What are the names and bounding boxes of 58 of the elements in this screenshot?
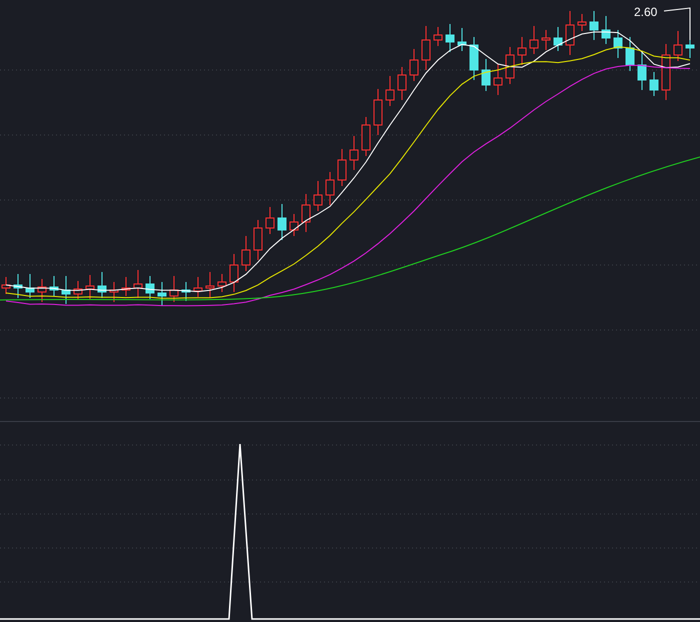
candlestick — [374, 88, 382, 136]
candlestick — [386, 76, 394, 106]
candlestick — [410, 48, 418, 82]
candlestick — [50, 276, 58, 296]
candlestick — [146, 276, 154, 300]
candlestick — [578, 14, 586, 32]
candlestick — [350, 136, 358, 170]
candlestick — [110, 282, 118, 302]
candlestick — [86, 274, 94, 300]
candlestick — [554, 26, 562, 52]
candlestick — [542, 30, 550, 50]
high-price-label: 2.60 — [634, 4, 658, 21]
candlestick — [206, 272, 214, 298]
leader-line — [664, 7, 690, 40]
candlestick — [182, 282, 190, 302]
candlestick — [362, 116, 370, 156]
candlestick — [494, 64, 502, 96]
candlestick — [302, 194, 310, 232]
candlestick — [434, 26, 442, 46]
candlestick — [290, 214, 298, 236]
candlestick — [458, 28, 466, 52]
candlestick — [14, 274, 22, 298]
candlestick — [638, 50, 646, 90]
candlestick — [26, 274, 34, 298]
candlestick — [530, 26, 538, 54]
candlestick — [194, 276, 202, 298]
candlestick — [446, 24, 454, 52]
candlestick — [314, 180, 322, 212]
candlestick — [398, 66, 406, 100]
candlestick — [470, 36, 478, 80]
candlestick — [134, 270, 142, 298]
candlestick — [254, 220, 262, 260]
candlestick — [422, 26, 430, 70]
candlestick — [602, 16, 610, 44]
candlestick — [230, 254, 238, 292]
candlestick — [518, 36, 526, 66]
candlestick — [566, 10, 574, 56]
candlestick — [38, 278, 46, 302]
candlestick — [326, 172, 334, 206]
candlestick — [614, 30, 622, 58]
candlestick — [278, 204, 286, 240]
candlestick — [122, 276, 130, 296]
candlestick — [242, 236, 250, 272]
candlestick — [62, 276, 70, 304]
candlestick — [650, 72, 658, 96]
candlestick — [482, 58, 490, 92]
candlestick — [170, 276, 178, 302]
candlestick — [98, 272, 106, 298]
candlestick — [626, 36, 634, 72]
candlestick — [662, 44, 670, 100]
candlestick — [506, 46, 514, 84]
candlestick — [74, 280, 82, 300]
candlestick — [266, 206, 274, 234]
candlestick — [590, 10, 598, 40]
candlestick — [218, 274, 226, 292]
candlestick — [338, 148, 346, 186]
candlestick — [158, 282, 166, 306]
candlestick — [674, 30, 682, 62]
